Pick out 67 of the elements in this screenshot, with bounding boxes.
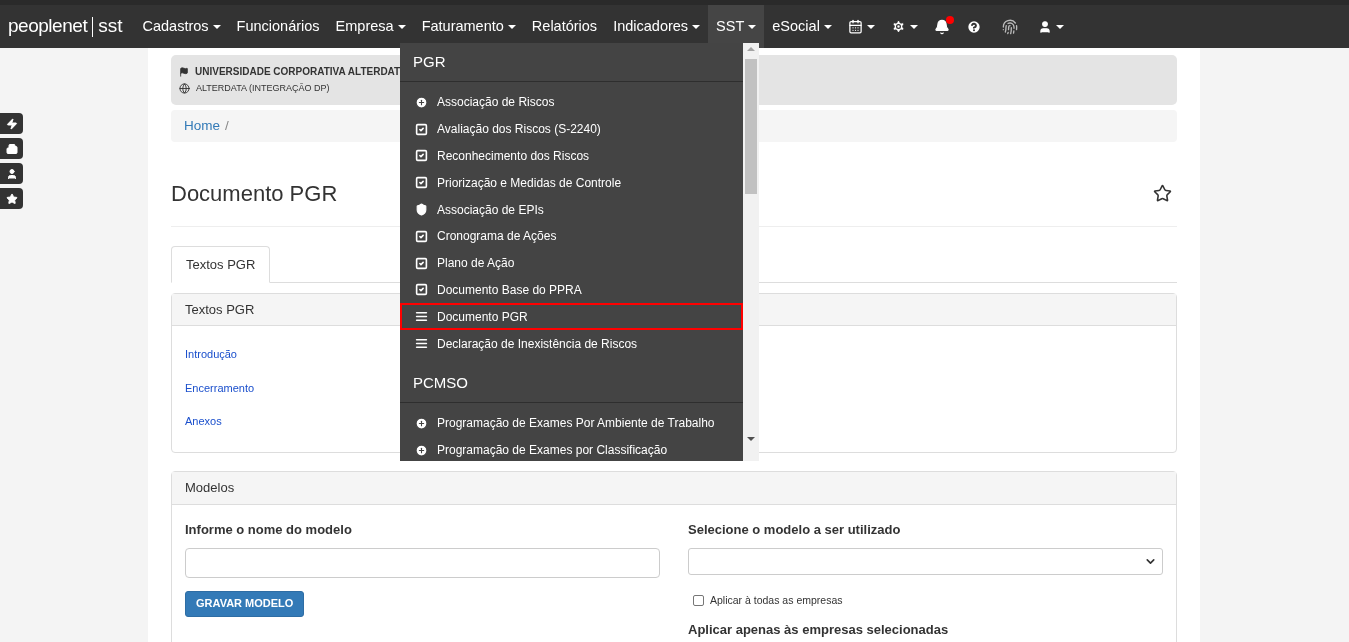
caret-icon [909, 24, 918, 29]
breadcrumb-separator: / [225, 116, 229, 135]
user-icon [5, 167, 18, 180]
calendar-icon [847, 19, 863, 34]
field-label: Aplicar apenas às empresas selecionadas [688, 621, 950, 640]
checkbox-icon [415, 176, 428, 190]
company-unit: ALTERDATA (INTEGRAÇÃO DP) [196, 82, 330, 95]
plus-circle-icon [415, 416, 428, 430]
menu-item[interactable]: Priorização e Medidas de Controle [400, 169, 743, 197]
menu-item[interactable]: Declaração de Inexistência de Riscos [400, 330, 743, 357]
nav-menu-item[interactable]: eSocial [764, 5, 840, 48]
checkbox-icon [415, 283, 428, 297]
brand-suffix: sst [98, 14, 123, 39]
save-model-button[interactable]: GRAVAR MODELO [185, 590, 305, 617]
menu-item[interactable]: Associação de Riscos [400, 89, 743, 116]
field-label: Informe o nome do modelo [185, 521, 353, 539]
checkbox-icon [415, 122, 428, 136]
fingerprint-icon [1001, 18, 1018, 35]
field-label: Selecione o modelo a ser utilizado [688, 521, 902, 539]
menu-item[interactable]: Programação de Exames por Classificação [400, 436, 743, 464]
page-title: Documento PGR [171, 180, 338, 208]
globe-icon [179, 83, 190, 95]
menu-item[interactable]: Programação de Exames Por Ambiente de Trabalho [400, 409, 743, 437]
panel-heading: Modelos [172, 472, 1176, 505]
scrollbar[interactable] [743, 43, 759, 461]
brand-name: peoplenet [8, 14, 88, 39]
nav-menu-item[interactable]: Cadastros [134, 5, 229, 48]
caret-icon [1055, 24, 1064, 29]
side-shortcut-button[interactable] [0, 113, 23, 134]
flag-icon [179, 66, 189, 77]
notification-bell-icon [933, 18, 950, 35]
side-shortcut-button[interactable] [0, 138, 23, 159]
star-icon [5, 192, 18, 205]
favorite-star-icon[interactable] [1153, 184, 1172, 203]
checkbox[interactable] [693, 594, 704, 606]
menu-item[interactable]: Avaliação dos Riscos (S-2240) [400, 115, 743, 143]
menu-item[interactable]: Documento PGR [400, 303, 743, 331]
checkbox-icon [415, 229, 428, 243]
menu-item[interactable]: Plano de Ação [400, 249, 743, 277]
text-link[interactable]: Anexos [185, 413, 222, 430]
checkbox-icon [415, 149, 428, 163]
nav-menu-item[interactable]: Funcionários [228, 5, 328, 48]
menu-item[interactable]: Cronograma de Ações [400, 223, 743, 250]
checkbox-icon [415, 256, 428, 270]
company-name: UNIVERSIDADE CORPORATIVA ALTERDAT [195, 65, 401, 79]
menu-section-header: PGR [400, 43, 743, 82]
menu-item[interactable]: Associação de EPIs [400, 196, 743, 223]
side-shortcut-button[interactable] [0, 163, 23, 184]
menu-item[interactable]: Reconhecimento dos Riscos [400, 142, 743, 170]
brand-logo[interactable]: peoplenet sst [8, 12, 123, 41]
shield-icon [415, 203, 428, 217]
model-name-input[interactable] [185, 547, 660, 578]
caret-icon [866, 24, 875, 29]
settings-icon [890, 19, 906, 34]
user-icon [1037, 19, 1052, 34]
help-icon [965, 18, 982, 35]
list-icon [415, 337, 428, 351]
checkbox-label: Aplicar à todas as empresas [710, 592, 843, 608]
side-shortcut-button[interactable] [0, 188, 23, 209]
plus-circle-icon [415, 95, 428, 109]
text-link[interactable]: Introdução [185, 346, 237, 363]
list-icon [415, 310, 428, 324]
plus-circle-icon [415, 443, 428, 457]
tab[interactable]: Textos PGR [171, 246, 271, 283]
breadcrumb-link[interactable]: Home [184, 115, 220, 137]
lightning-icon [5, 117, 18, 130]
text-link[interactable]: Encerramento [185, 379, 255, 396]
